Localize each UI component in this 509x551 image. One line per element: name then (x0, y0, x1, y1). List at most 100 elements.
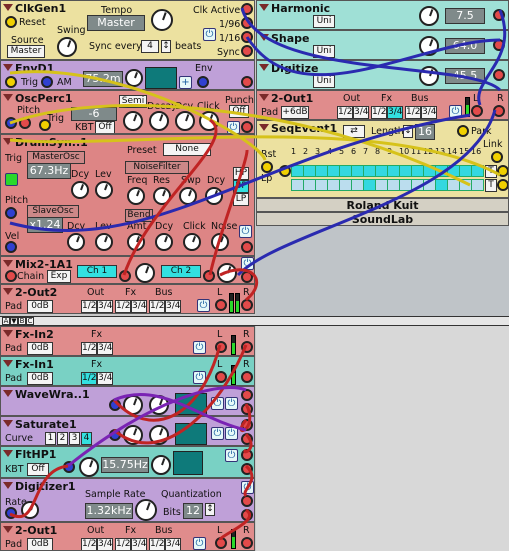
wave-in-jack[interactable] (241, 389, 253, 401)
sample-rate-knob[interactable] (135, 499, 157, 521)
out-12[interactable]: 1/2 (337, 106, 353, 119)
shape-knob[interactable] (419, 36, 439, 56)
rate-jack[interactable] (5, 507, 17, 519)
env-time-knob[interactable] (125, 69, 143, 87)
power-icon[interactable]: ⏻ (449, 105, 462, 118)
invert-icon[interactable]: + (179, 76, 192, 89)
fx-12[interactable]: 1/2 (115, 538, 131, 550)
collapse-icon[interactable] (3, 4, 13, 11)
collapse-icon[interactable] (3, 138, 13, 145)
l-jack[interactable] (215, 371, 227, 383)
collapse-icon[interactable] (3, 450, 13, 457)
fx-34[interactable]: 3/4 (387, 106, 403, 119)
nf-dcy-knob[interactable] (205, 187, 223, 205)
out-34[interactable]: 3/4 (97, 300, 113, 313)
out-12[interactable]: 1/2 (81, 300, 97, 313)
bypass-icon[interactable]: ⏻ (225, 397, 238, 410)
collapse-icon[interactable] (3, 482, 13, 489)
harmonic-knob[interactable] (419, 6, 439, 26)
vel-jack[interactable] (5, 241, 17, 253)
bp-button[interactable]: BP (233, 180, 249, 193)
bypass-icon[interactable]: ⏻ (225, 427, 238, 440)
noise-filter-tab[interactable]: NoiseFilter (125, 161, 189, 174)
am-jack[interactable] (41, 76, 53, 88)
fx-12[interactable]: 1/2 (81, 342, 97, 355)
power-icon[interactable]: ⏻ (197, 299, 210, 312)
ch1-level-knob[interactable] (135, 263, 155, 283)
power-icon[interactable]: ⏻ (241, 257, 254, 270)
bits-spin[interactable]: ↕ (205, 503, 215, 516)
collapse-icon[interactable] (3, 360, 13, 367)
amount-knob[interactable] (123, 425, 143, 445)
r-jack[interactable] (241, 537, 253, 549)
toolbar-icon-4[interactable]: C (26, 317, 34, 325)
power-icon[interactable]: ⏻ (193, 371, 206, 384)
osc-out-jack[interactable] (241, 121, 253, 133)
click-knob[interactable] (183, 233, 201, 251)
env-out-jack[interactable] (197, 76, 209, 88)
click-knob[interactable] (199, 111, 219, 131)
l-jack[interactable] (215, 299, 227, 311)
seq-out-jack-1[interactable] (497, 165, 508, 177)
freq-knob[interactable] (151, 455, 171, 475)
collapse-icon[interactable] (259, 4, 269, 11)
flt-in-jack[interactable] (241, 449, 253, 461)
l-jack[interactable] (471, 105, 483, 117)
ratio-16-jack[interactable] (241, 31, 253, 43)
drive-knob[interactable] (149, 425, 169, 445)
wave-out-jack[interactable] (241, 403, 253, 415)
pad-button[interactable]: 0dB (27, 342, 53, 355)
ch1-jack[interactable] (119, 270, 131, 282)
bus-12[interactable]: 1/2 (149, 538, 165, 550)
nf-res-knob[interactable] (153, 187, 171, 205)
collapse-icon[interactable] (3, 64, 13, 71)
curve-3[interactable]: 3 (69, 432, 80, 445)
fx-34[interactable]: 3/4 (97, 372, 113, 385)
pad-button[interactable]: 0dB (27, 538, 53, 550)
collapse-icon[interactable] (3, 420, 13, 427)
collapse-icon[interactable] (259, 64, 269, 71)
mod-jack[interactable] (109, 429, 121, 441)
lp-button[interactable]: LP (233, 193, 249, 206)
ch1-button[interactable]: Ch 1 (77, 265, 117, 278)
nf-freq-knob[interactable] (127, 187, 145, 205)
noise-knob[interactable] (211, 233, 229, 251)
power-icon[interactable]: ⏻ (211, 427, 224, 440)
punch-off-button[interactable]: Off (229, 105, 249, 118)
hp-button[interactable]: HP (233, 167, 249, 180)
rst-jack[interactable] (261, 161, 273, 173)
t-button-2[interactable]: T (485, 179, 497, 192)
harmonic-out-jack[interactable] (493, 9, 505, 21)
r-jack[interactable] (241, 299, 253, 311)
collapse-icon[interactable] (3, 330, 13, 337)
digitize-knob[interactable] (419, 66, 439, 86)
ratio-96-jack[interactable] (241, 17, 253, 29)
seq-out-jack-2[interactable] (497, 179, 508, 191)
master-lev-knob[interactable] (95, 181, 113, 199)
slave-lev-knob[interactable] (95, 233, 113, 251)
nf-swp-knob[interactable] (179, 187, 197, 205)
bus-12[interactable]: 1/2 (149, 300, 165, 313)
collapse-icon[interactable] (3, 390, 13, 397)
park-jack[interactable] (457, 125, 469, 137)
freq-mod-knob[interactable] (79, 457, 99, 477)
toolbar-icon-2[interactable]: ▼ (10, 317, 18, 325)
slave-dcy-knob[interactable] (67, 233, 85, 251)
master-dcy-knob[interactable] (71, 181, 89, 199)
pitch-mod-jack[interactable] (19, 117, 31, 129)
mix-out-jack[interactable] (241, 271, 253, 283)
bus-12[interactable]: 1/2 (405, 106, 421, 119)
power-icon[interactable]: ⏻ (241, 481, 254, 494)
l-jack[interactable] (215, 341, 227, 353)
t-button-1[interactable]: T (485, 165, 497, 178)
dig-out-jack[interactable] (241, 509, 253, 521)
uni-button[interactable]: Uni (313, 75, 335, 88)
power-icon[interactable]: ⏻ (203, 28, 216, 41)
toolbar-icon-3[interactable]: B (18, 317, 26, 325)
bus-34[interactable]: 3/4 (421, 106, 437, 119)
exp-button[interactable]: Exp (47, 270, 71, 283)
freq-mod-jack[interactable] (63, 461, 75, 473)
pad-button[interactable]: 0dB (27, 372, 53, 385)
collapse-icon[interactable] (259, 124, 269, 131)
trig-jack[interactable] (39, 119, 51, 131)
